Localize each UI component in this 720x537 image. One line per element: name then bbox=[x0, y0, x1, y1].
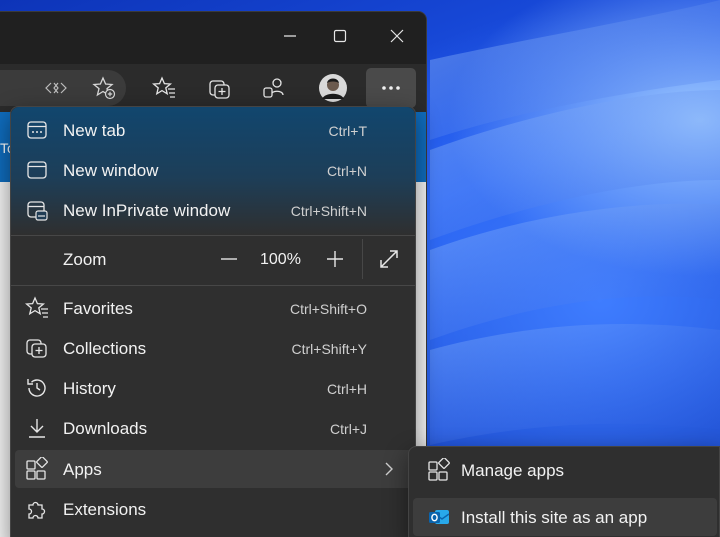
collections-button[interactable] bbox=[204, 72, 236, 104]
menu-item-label: New window bbox=[63, 161, 159, 180]
downloads-icon bbox=[25, 416, 49, 440]
zoom-label: Zoom bbox=[63, 250, 107, 269]
menu-item-shortcut: Ctrl+Shift+N bbox=[290, 203, 367, 219]
settings-menu: New tab Ctrl+T New window Ctrl+N New InP… bbox=[10, 106, 416, 537]
maximize-button[interactable] bbox=[326, 22, 354, 50]
zoom-in-button[interactable] bbox=[321, 245, 349, 273]
avatar bbox=[319, 74, 347, 102]
menu-item-label: Extensions bbox=[63, 500, 147, 519]
browser-toolbar bbox=[0, 64, 426, 112]
submenu-item-manage-apps[interactable]: Manage apps bbox=[413, 451, 717, 489]
menu-item-collections[interactable]: Collections Ctrl+Shift+Y bbox=[15, 329, 413, 367]
add-favorite-icon bbox=[92, 76, 116, 100]
menu-item-shortcut: Ctrl+Shift+Y bbox=[291, 341, 367, 357]
collections-icon bbox=[25, 336, 49, 360]
fullscreen-button[interactable] bbox=[375, 245, 403, 273]
zoom-divider bbox=[362, 239, 363, 279]
menu-item-shortcut: Ctrl+J bbox=[330, 421, 367, 437]
profile-button[interactable] bbox=[317, 72, 349, 104]
zoom-level: 100% bbox=[260, 251, 301, 268]
zoom-out-button[interactable] bbox=[215, 245, 243, 273]
favorites-icon bbox=[152, 76, 175, 98]
menu-divider bbox=[11, 235, 415, 236]
title-bar bbox=[0, 12, 426, 64]
collections-icon bbox=[209, 80, 230, 99]
submenu-item-install-site-as-app[interactable]: Install this site as an app bbox=[413, 498, 717, 536]
menu-item-shortcut: Ctrl+Shift+O bbox=[289, 301, 367, 317]
menu-item-label: Apps bbox=[63, 460, 102, 479]
minimize-button[interactable] bbox=[276, 22, 304, 50]
add-favorite-button[interactable] bbox=[88, 72, 120, 104]
favorites-button[interactable] bbox=[148, 72, 180, 104]
menu-item-history[interactable]: History Ctrl+H bbox=[15, 369, 413, 407]
history-icon bbox=[25, 376, 49, 400]
menu-item-label: Downloads bbox=[63, 419, 148, 438]
menu-item-new-window[interactable]: New window Ctrl+N bbox=[15, 151, 413, 189]
profiles-icon bbox=[263, 78, 284, 98]
maximize-icon bbox=[333, 29, 347, 43]
zoom-control: Zoom 100% bbox=[15, 239, 413, 279]
menu-item-shortcut: Ctrl+N bbox=[326, 163, 367, 179]
split-screen-button[interactable] bbox=[40, 72, 72, 104]
address-bar[interactable] bbox=[0, 70, 126, 106]
chevron-right-icon bbox=[385, 462, 393, 476]
plus-icon bbox=[327, 251, 343, 267]
menu-divider bbox=[11, 285, 415, 286]
menu-item-label: History bbox=[63, 379, 116, 398]
menu-item-label: Favorites bbox=[63, 299, 133, 318]
menu-item-new-inprivate-window[interactable]: New InPrivate window Ctrl+Shift+N bbox=[15, 191, 413, 229]
split-screen-icon bbox=[45, 82, 67, 94]
fullscreen-icon bbox=[380, 250, 398, 268]
submenu-item-label: Manage apps bbox=[461, 461, 565, 480]
minus-icon bbox=[221, 258, 237, 260]
settings-and-more-button[interactable] bbox=[366, 68, 416, 108]
menu-item-label: New InPrivate window bbox=[63, 201, 231, 220]
menu-item-label: Collections bbox=[63, 339, 147, 358]
inprivate-icon bbox=[25, 198, 49, 222]
menu-item-apps[interactable]: Apps bbox=[15, 450, 413, 488]
apps-icon bbox=[25, 457, 49, 481]
menu-item-favorites[interactable]: Favorites Ctrl+Shift+O bbox=[15, 289, 413, 327]
outlook-icon bbox=[427, 505, 451, 529]
minimize-icon bbox=[284, 35, 296, 37]
new-window-icon bbox=[25, 158, 49, 182]
profiles-button[interactable] bbox=[258, 72, 290, 104]
submenu-item-label: Install this site as an app bbox=[461, 508, 648, 527]
menu-item-downloads[interactable]: Downloads Ctrl+J bbox=[15, 409, 413, 447]
extensions-icon bbox=[25, 497, 49, 521]
menu-item-shortcut: Ctrl+T bbox=[328, 123, 368, 139]
apps-submenu: Manage apps Install this site as an app bbox=[408, 446, 720, 537]
new-tab-icon bbox=[25, 118, 49, 142]
close-button[interactable] bbox=[383, 22, 411, 50]
menu-item-new-tab[interactable]: New tab Ctrl+T bbox=[15, 111, 413, 149]
menu-item-extensions[interactable]: Extensions bbox=[15, 490, 413, 528]
close-icon bbox=[390, 29, 404, 43]
more-icon bbox=[382, 86, 400, 90]
menu-item-label: New tab bbox=[63, 121, 126, 140]
favorites-icon bbox=[25, 296, 49, 320]
menu-item-shortcut: Ctrl+H bbox=[326, 381, 367, 397]
apps-icon bbox=[427, 458, 451, 482]
